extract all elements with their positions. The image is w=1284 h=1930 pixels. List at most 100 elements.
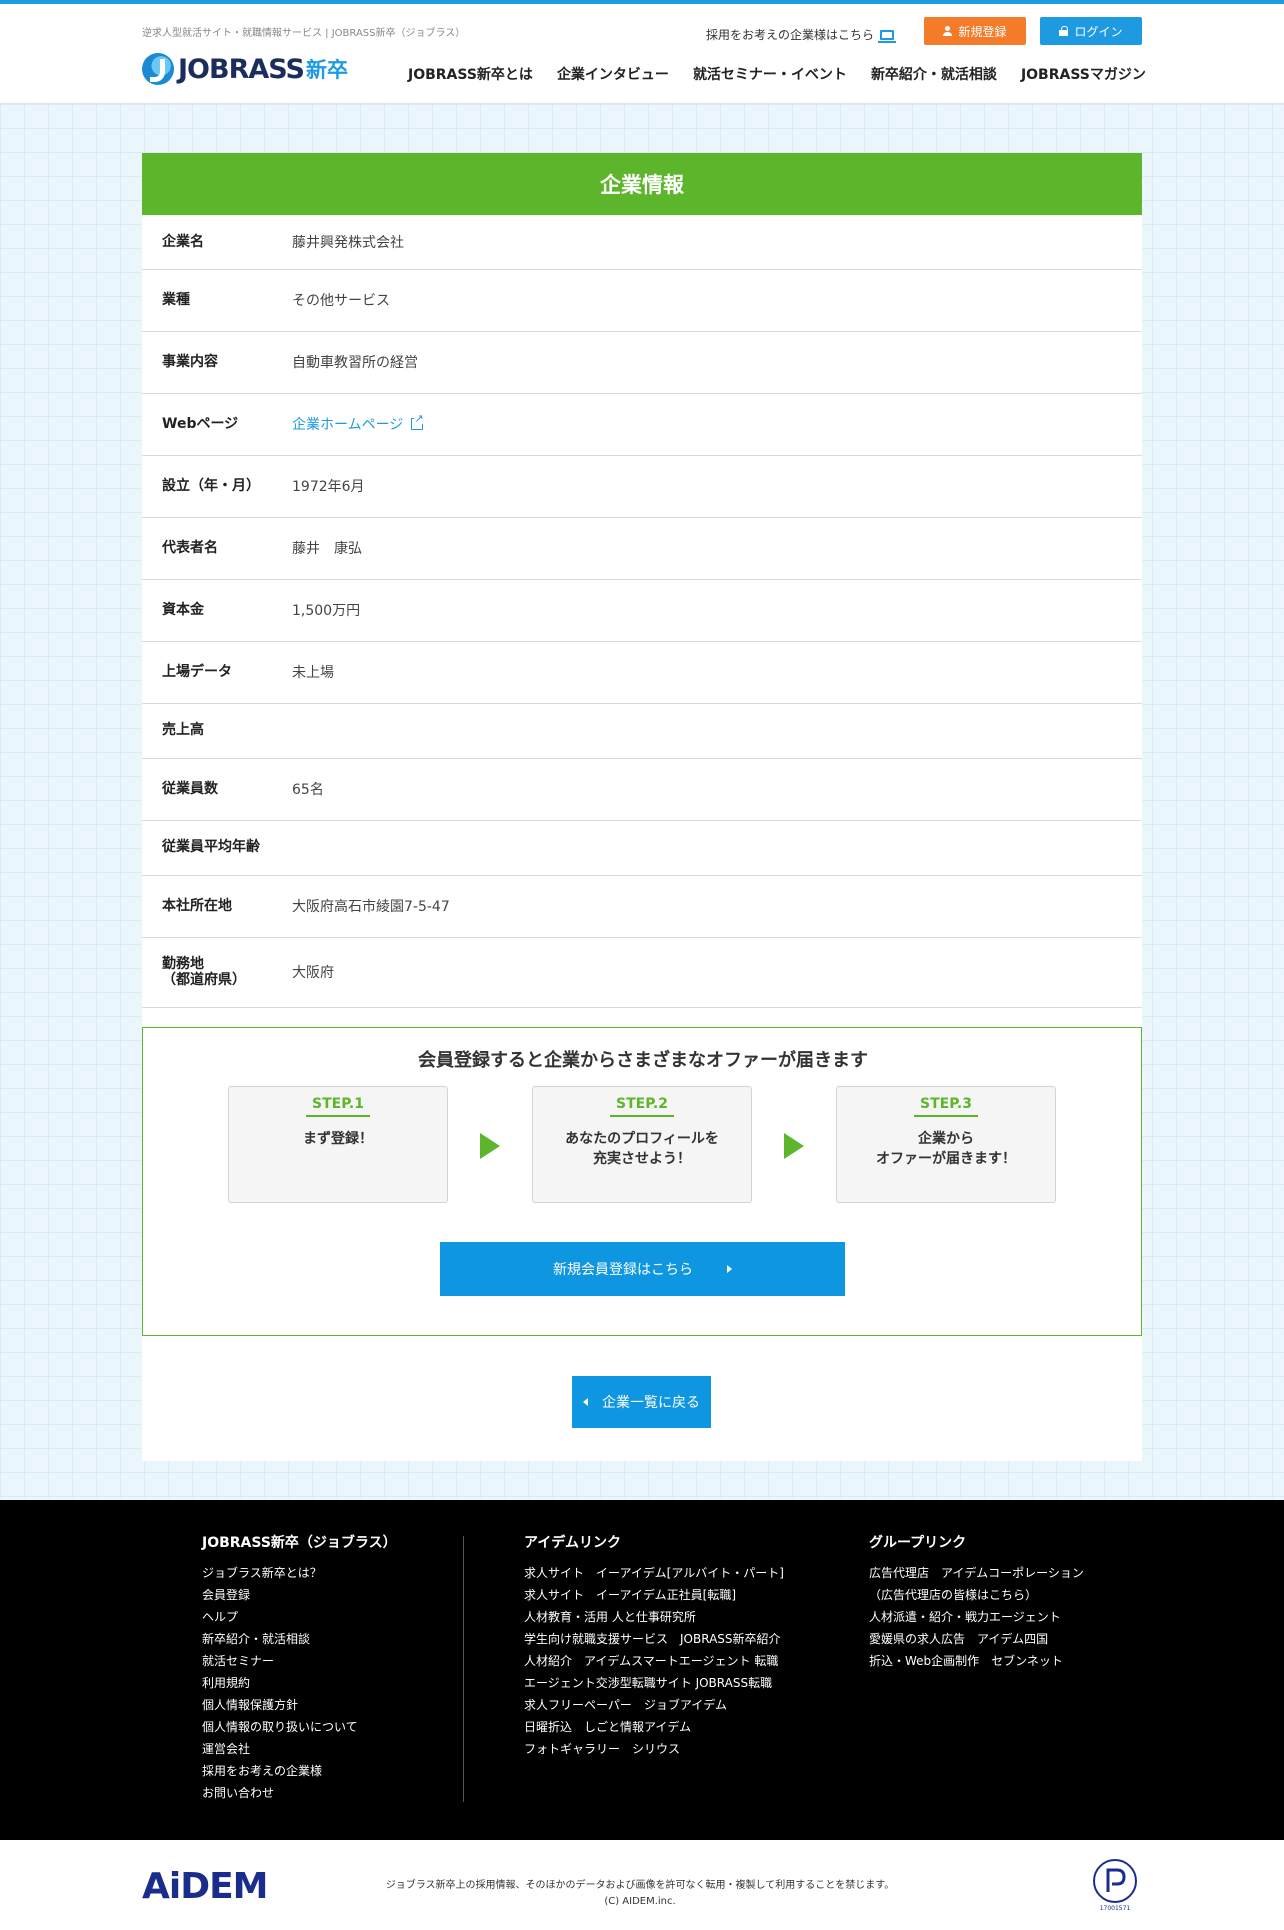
footer-link[interactable]: 学生向け就職支援サービス JOBRASS新卒紹介: [524, 1628, 784, 1650]
footer-link[interactable]: 人材派遣・紹介・戦力エージェント: [869, 1606, 1084, 1628]
step-card-2: STEP.2 あなたのプロフィールを 充実させよう！: [532, 1086, 752, 1203]
row-label: 企業名: [142, 215, 292, 270]
step-text: 企業から オファーが届きます！: [837, 1129, 1055, 1170]
footer-link[interactable]: 愛媛県の求人広告 アイデム四国: [869, 1628, 1084, 1650]
register-label: 新規登録: [958, 24, 1007, 39]
privacy-mark-icon[interactable]: 17001571: [1086, 1854, 1144, 1912]
table-row: 上場データ 未上場: [142, 641, 1142, 704]
row-label: Webページ: [142, 393, 292, 456]
footer-link[interactable]: （広告代理店の皆様はこちら）: [869, 1584, 1084, 1606]
footer-link[interactable]: 就活セミナー: [202, 1650, 397, 1672]
footer-link[interactable]: 折込・Web企画制作 セブンネット: [869, 1650, 1084, 1672]
table-row: 売上高: [142, 703, 1142, 759]
row-label: 業種: [142, 269, 292, 332]
footer-link[interactable]: フォトギャラリー シリウス: [524, 1738, 784, 1760]
row-label: 設立（年・月）: [142, 455, 292, 518]
nav-referral[interactable]: 新卒紹介・就活相談: [871, 64, 997, 84]
capital-value: 1,500万円: [292, 579, 1142, 642]
nav-interviews[interactable]: 企業インタビュー: [557, 64, 669, 84]
footer-link[interactable]: 人材教育・活用 人と仕事研究所: [524, 1606, 784, 1628]
sales-value: [292, 703, 1142, 759]
triangle-right-icon: [727, 1265, 732, 1273]
aidem-logo[interactable]: AiDEM: [142, 1866, 268, 1907]
step-arrow-icon: [480, 1133, 500, 1159]
section-title: 企業情報: [142, 153, 1142, 215]
row-label: 資本金: [142, 579, 292, 642]
pmark-number: 17001571: [1100, 1905, 1131, 1912]
corporate-link-label: 採用をお考えの企業様はこちら: [706, 28, 875, 42]
footer-col-title: グループリンク: [869, 1535, 967, 1551]
login-button[interactable]: ログイン: [1040, 17, 1142, 45]
footer-link[interactable]: エージェント交渉型転職サイト JOBRASS転職: [524, 1672, 784, 1694]
monitor-icon: [878, 29, 897, 43]
content-panel: 企業情報 企業名 藤井興発株式会社 業種 その他サービス 事業内容 自動車教習所の経営…: [142, 153, 1142, 1461]
step-label: STEP.3: [914, 1096, 978, 1117]
row-label-line2: （都道府県）: [162, 972, 246, 988]
industry-value: その他サービス: [292, 269, 1142, 332]
table-row: 従業員平均年齢: [142, 820, 1142, 876]
step-text-line2: 充実させよう！: [593, 1151, 691, 1168]
footer-link[interactable]: 求人サイト イーアイデム正社員[転職]: [524, 1584, 784, 1606]
nav-magazine[interactable]: JOBRASSマガジン: [1021, 64, 1146, 84]
footer-link[interactable]: 広告代理店 アイデムコーポレーション: [869, 1562, 1084, 1584]
triangle-left-icon: [583, 1398, 588, 1406]
offer-title: 会員登録すると企業からさまざまなオファーが届きます: [418, 1050, 868, 1071]
nav-seminars[interactable]: 就活セミナー・イベント: [693, 64, 847, 84]
table-row: 業種 その他サービス: [142, 269, 1142, 332]
footer-link[interactable]: 採用をお考えの企業様: [202, 1760, 397, 1782]
footer-col-title: アイデムリンク: [524, 1535, 622, 1551]
back-to-list-button[interactable]: 企業一覧に戻る: [572, 1376, 711, 1428]
copyright-notice: ジョブラス新卒上の採用情報、そのほかのデータおよび画像を許可なく転用・複製して利…: [385, 1880, 895, 1891]
footer-link[interactable]: ヘルプ: [202, 1606, 397, 1628]
company-homepage-link[interactable]: 企業ホームページ: [292, 413, 424, 434]
table-row: 従業員数 65名: [142, 758, 1142, 821]
register-button[interactable]: 新規登録: [924, 17, 1026, 45]
footer-divider: [463, 1536, 464, 1802]
main-area: 企業情報 企業名 藤井興発株式会社 業種 その他サービス 事業内容 自動車教習所の経営…: [0, 104, 1284, 1500]
row-label: 売上高: [142, 703, 292, 759]
row-label-line1: 勤務地: [162, 955, 204, 972]
row-label: 従業員平均年齢: [142, 820, 292, 876]
footer-col-jobrass: JOBRASS新卒（ジョブラス） ジョブラス新卒とは？ 会員登録 ヘルプ 新卒紹…: [202, 1532, 397, 1804]
row-label: 本社所在地: [142, 875, 292, 938]
footer-link[interactable]: 求人サイト イーアイデム[アルバイト・パート]: [524, 1562, 784, 1584]
site-logo[interactable]: JOBRASS 新卒: [142, 52, 348, 86]
step-card-1: STEP.1 まず登録！: [228, 1086, 448, 1203]
footer-link[interactable]: 日曜折込 しごと情報アイデム: [524, 1716, 784, 1738]
footer-link[interactable]: 個人情報保護方針: [202, 1694, 397, 1716]
footer-col-group-links: グループリンク 広告代理店 アイデムコーポレーション （広告代理店の皆様はこちら…: [869, 1532, 1084, 1672]
footer-link[interactable]: お問い合わせ: [202, 1782, 397, 1804]
nav-about[interactable]: JOBRASS新卒とは: [408, 64, 533, 84]
external-link-icon: [411, 413, 424, 430]
business-value: 自動車教習所の経営: [292, 331, 1142, 394]
copyright: (C) AIDEM.inc.: [604, 1896, 676, 1907]
footer-link[interactable]: 運営会社: [202, 1738, 397, 1760]
footer-col-aidem-links: アイデムリンク 求人サイト イーアイデム[アルバイト・パート] 求人サイト イー…: [524, 1532, 784, 1760]
row-label: 従業員数: [142, 758, 292, 821]
step-text-line1: まず登録！: [303, 1131, 373, 1147]
footer-link[interactable]: 会員登録: [202, 1584, 397, 1606]
site-header: 逆求人型就活サイト・就職情報サービス | JOBRASS新卒（ジョブラス） JO…: [0, 4, 1284, 104]
footer-link[interactable]: 利用規約: [202, 1672, 397, 1694]
representative-value: 藤井 康弘: [292, 517, 1142, 580]
company-homepage-label: 企業ホームページ: [292, 417, 404, 433]
site-tagline: 逆求人型就活サイト・就職情報サービス | JOBRASS新卒（ジョブラス）: [142, 28, 466, 39]
row-label: 上場データ: [142, 641, 292, 704]
footer-link[interactable]: 人材紹介 アイデムスマートエージェント 転職: [524, 1650, 784, 1672]
member-signup-button[interactable]: 新規会員登録はこちら: [440, 1242, 845, 1296]
step-text-line2: オファーが届きます！: [876, 1151, 1016, 1168]
web-value: 企業ホームページ: [292, 393, 1142, 456]
footer-link[interactable]: ジョブラス新卒とは？: [202, 1562, 397, 1584]
table-row: 資本金 1,500万円: [142, 579, 1142, 642]
table-row: 代表者名 藤井 康弘: [142, 517, 1142, 580]
listing-value: 未上場: [292, 641, 1142, 704]
logo-text: JOBRASS: [178, 53, 305, 85]
footer-link[interactable]: 新卒紹介・就活相談: [202, 1628, 397, 1650]
logo-subtext: 新卒: [305, 58, 348, 82]
footer-link[interactable]: 求人フリーペーパー ジョブアイデム: [524, 1694, 784, 1716]
work-location-value: 大阪府: [292, 937, 1142, 1008]
offer-box: 会員登録すると企業からさまざまなオファーが届きます STEP.1 まず登録！ S…: [142, 1027, 1142, 1336]
founded-value: 1972年6月: [292, 455, 1142, 518]
corporate-link[interactable]: 採用をお考えの企業様はこちら: [706, 26, 897, 43]
footer-link[interactable]: 個人情報の取り扱いについて: [202, 1716, 397, 1738]
